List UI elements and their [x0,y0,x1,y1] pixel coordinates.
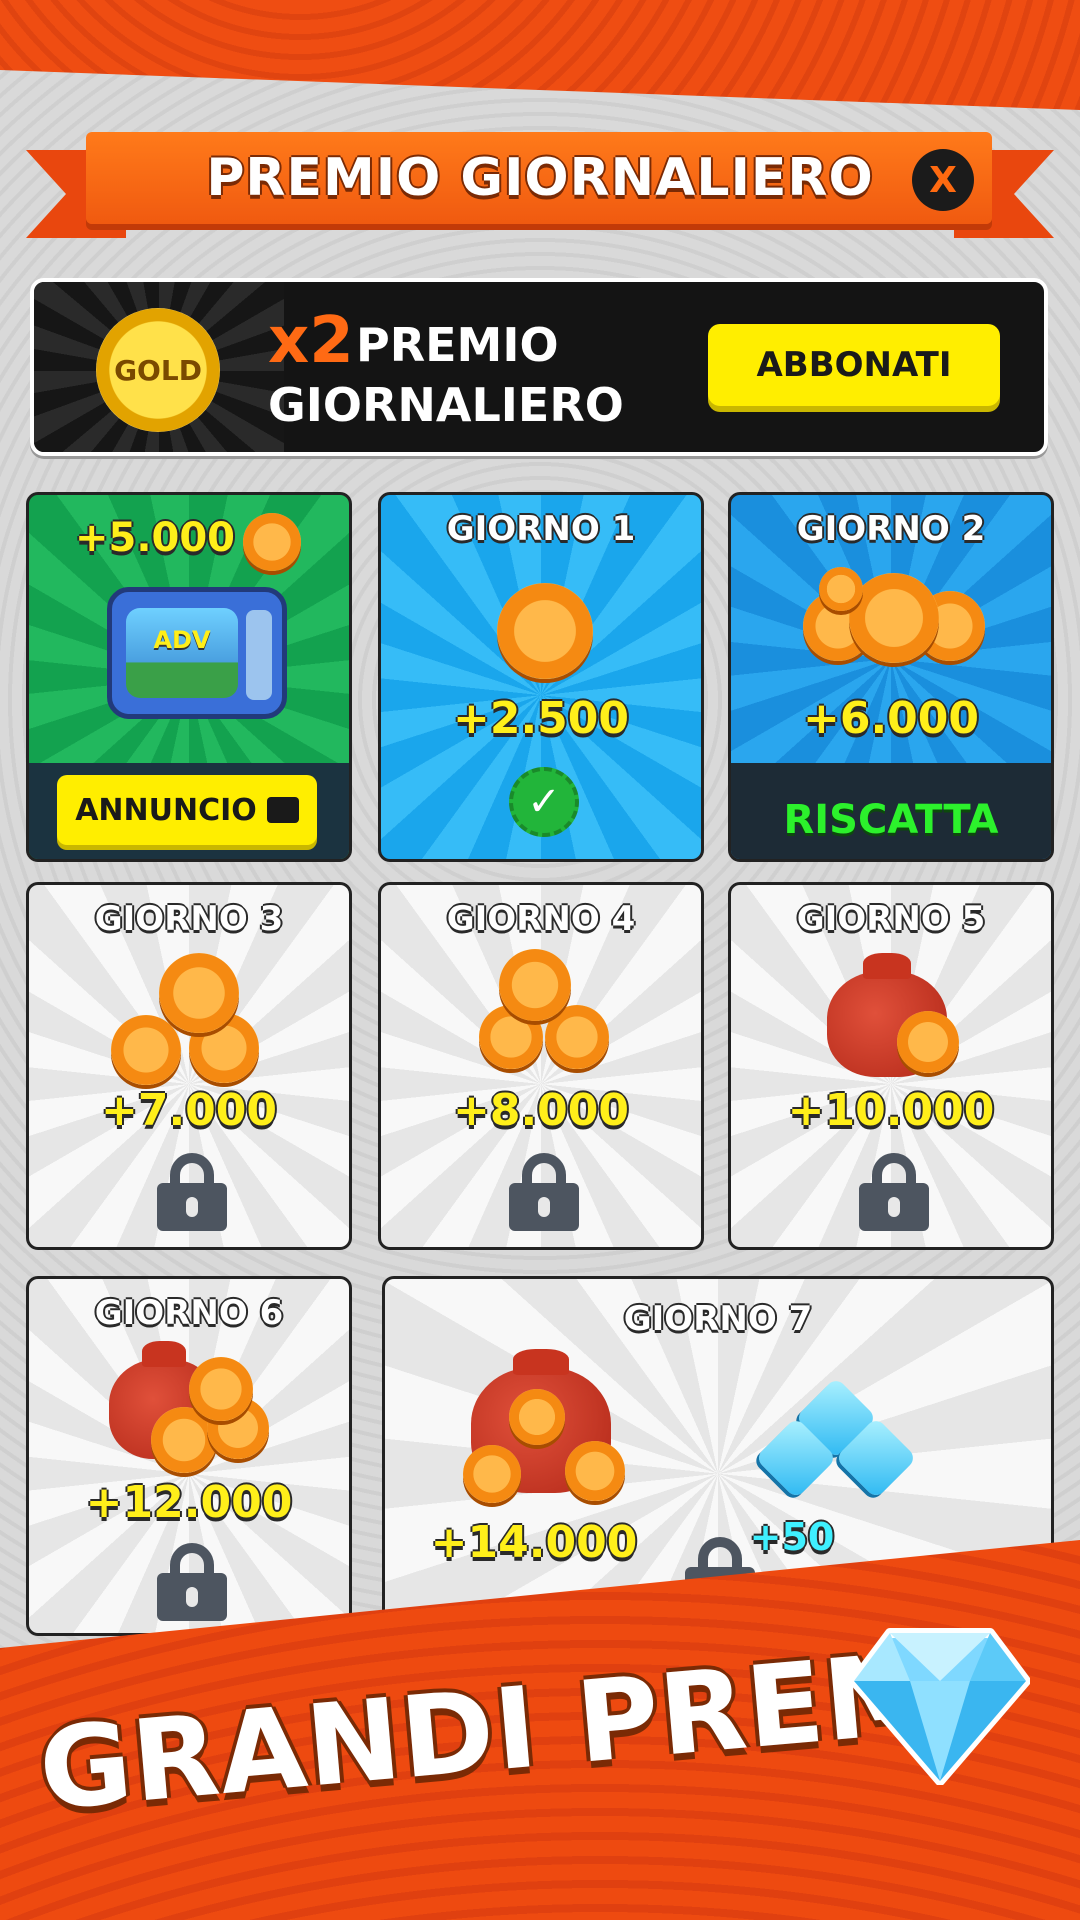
day-2-amount: +6.000 [802,693,980,744]
watch-ad-label: ANNUNCIO [75,792,257,828]
coin-icon [159,953,239,1033]
day-7-label: GIORNO 7 [623,1299,813,1339]
day-3-amount: +7.000 [100,1085,278,1136]
check-icon: ✓ [509,767,579,837]
coin-icon [819,567,863,611]
day-5-card: GIORNO 5 +10.000 [728,882,1054,1250]
day-3-card: GIORNO 3 +7.000 [26,882,352,1250]
coin-icon [897,1011,959,1073]
day-2-card[interactable]: GIORNO 2 +6.000 RISCATTA [728,492,1054,862]
banner-line1: PREMIO [356,318,559,372]
coin-icon [509,1389,565,1445]
gold-badge-text: GOLD [114,353,202,387]
coin-icon [189,1357,253,1421]
day-3-label: GIORNO 3 [94,899,284,939]
tv-knobs [246,610,272,700]
close-icon: X [929,159,957,201]
diamond-icon [850,1628,1030,1785]
coin-icon [497,583,593,679]
day-6-card: GIORNO 6 +12.000 [26,1276,352,1636]
day-5-amount: +10.000 [787,1085,995,1136]
watch-ad-button[interactable]: ANNUNCIO [57,775,317,845]
day-1-label: GIORNO 1 [446,509,636,549]
coin-icon [243,513,301,571]
ad-reward-card[interactable]: +5.000 ADV ANNUNCIO [26,492,352,862]
video-icon [266,797,299,823]
day-1-amount: +2.500 [452,693,630,744]
subscribe-button[interactable]: ABBONATI [708,324,1000,406]
lock-icon [157,1153,227,1231]
day-1-card: GIORNO 1 +2.500 ✓ [378,492,704,862]
gold-badge-icon: GOLD [96,308,220,432]
close-button[interactable]: X [912,149,974,211]
day-6-label: GIORNO 6 [94,1293,284,1333]
tv-icon: ADV [107,587,287,719]
day-4-label: GIORNO 4 [446,899,636,939]
banner-multiplier: x2 [268,304,354,378]
lock-icon [859,1153,929,1231]
redeem-button[interactable]: RISCATTA [731,797,1051,843]
day-6-amount: +12.000 [85,1477,293,1528]
coin-icon [499,949,571,1021]
lock-icon [509,1153,579,1231]
coin-icon [565,1441,625,1501]
day-4-card: GIORNO 4 +8.000 [378,882,704,1250]
day-2-label: GIORNO 2 [796,509,986,549]
coin-icon [463,1445,521,1503]
tv-screen: ADV [126,608,238,698]
lock-icon [157,1543,227,1621]
banner-line2: GIORNALIERO [268,378,624,432]
day-5-label: GIORNO 5 [796,899,986,939]
coin-icon [111,1015,181,1085]
top-background-band [0,0,1080,110]
day-4-amount: +8.000 [452,1085,630,1136]
